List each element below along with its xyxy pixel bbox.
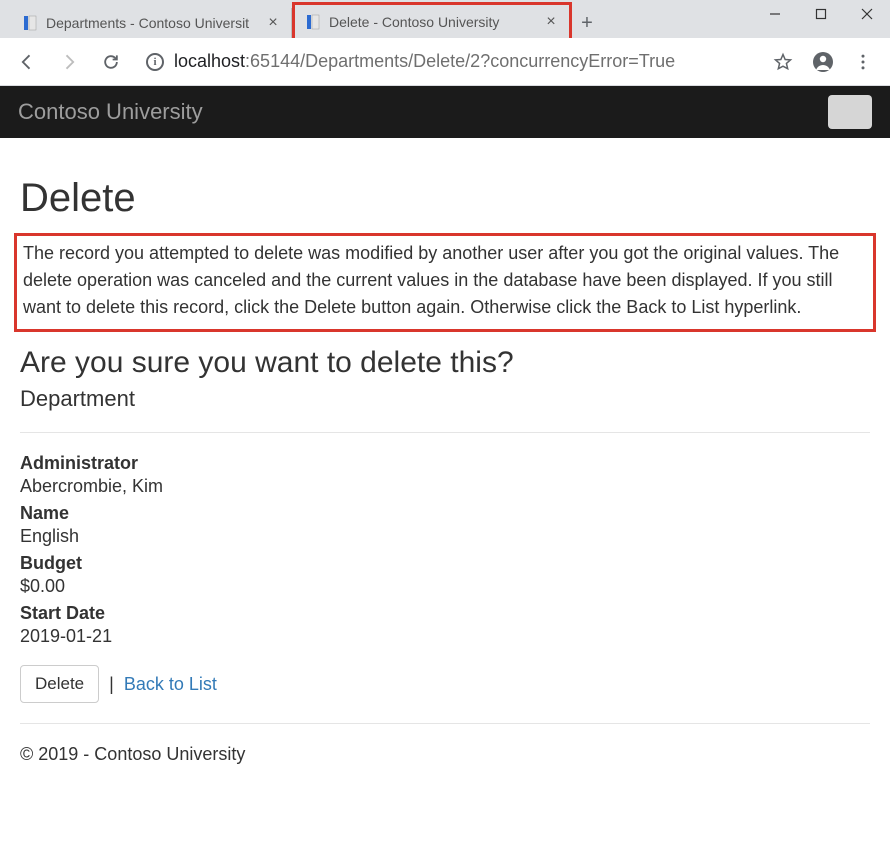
form-actions: Delete | Back to List bbox=[20, 665, 870, 703]
tab-title: Departments - Contoso Universit bbox=[46, 15, 257, 31]
url-host: localhost bbox=[174, 51, 245, 71]
browser-tab-1[interactable]: Delete - Contoso University × bbox=[292, 2, 572, 38]
bookmark-star-icon[interactable] bbox=[766, 45, 800, 79]
brand-link[interactable]: Contoso University bbox=[18, 99, 203, 125]
forward-button[interactable] bbox=[52, 45, 86, 79]
site-info-icon[interactable]: i bbox=[146, 53, 164, 71]
concurrency-error-message: The record you attempted to delete was m… bbox=[14, 233, 876, 332]
detail-list: Administrator Abercrombie, Kim Name Engl… bbox=[20, 453, 870, 647]
kebab-menu-icon[interactable] bbox=[846, 45, 880, 79]
url-text: localhost:65144/Departments/Delete/2?con… bbox=[174, 51, 675, 72]
reload-button[interactable] bbox=[94, 45, 128, 79]
window-maximize-button[interactable] bbox=[798, 0, 844, 28]
divider bbox=[20, 723, 870, 724]
field-label: Administrator bbox=[20, 453, 870, 474]
app-navbar: Contoso University bbox=[0, 86, 890, 138]
navbar-toggle-button[interactable] bbox=[828, 95, 872, 129]
browser-toolbar: i localhost:65144/Departments/Delete/2?c… bbox=[0, 38, 890, 86]
window-close-button[interactable] bbox=[844, 0, 890, 28]
back-button[interactable] bbox=[10, 45, 44, 79]
divider bbox=[20, 432, 870, 433]
browser-tabs: Departments - Contoso Universit × Delete… bbox=[0, 0, 602, 38]
tab-close-icon[interactable]: × bbox=[265, 15, 281, 31]
url-path: :65144/Departments/Delete/2?concurrencyE… bbox=[245, 51, 675, 71]
field-label: Budget bbox=[20, 553, 870, 574]
address-bar[interactable]: i localhost:65144/Departments/Delete/2?c… bbox=[136, 45, 758, 79]
tab-title: Delete - Contoso University bbox=[329, 14, 535, 30]
window-controls bbox=[752, 0, 890, 28]
footer-text: © 2019 - Contoso University bbox=[20, 744, 870, 765]
browser-tab-0[interactable]: Departments - Contoso Universit × bbox=[12, 8, 292, 38]
field-value: English bbox=[20, 526, 870, 547]
field-label: Name bbox=[20, 503, 870, 524]
tab-close-icon[interactable]: × bbox=[543, 14, 559, 30]
field-value: Abercrombie, Kim bbox=[20, 476, 870, 497]
page-favicon-icon bbox=[22, 15, 38, 31]
field-value: $0.00 bbox=[20, 576, 870, 597]
profile-avatar-icon[interactable] bbox=[806, 45, 840, 79]
toolbar-right bbox=[766, 45, 880, 79]
field-value: 2019-01-21 bbox=[20, 626, 870, 647]
field-label: Start Date bbox=[20, 603, 870, 624]
delete-button[interactable]: Delete bbox=[20, 665, 99, 703]
confirm-heading: Are you sure you want to delete this? bbox=[20, 346, 870, 380]
page-favicon-icon bbox=[305, 14, 321, 30]
new-tab-button[interactable]: + bbox=[572, 8, 602, 38]
back-to-list-link[interactable]: Back to List bbox=[124, 674, 217, 695]
page-heading: Delete bbox=[20, 176, 870, 221]
entity-name: Department bbox=[20, 386, 870, 412]
browser-titlebar: Departments - Contoso Universit × Delete… bbox=[0, 0, 890, 38]
separator: | bbox=[109, 674, 114, 695]
page-content: Delete The record you attempted to delet… bbox=[0, 138, 890, 765]
window-minimize-button[interactable] bbox=[752, 0, 798, 28]
